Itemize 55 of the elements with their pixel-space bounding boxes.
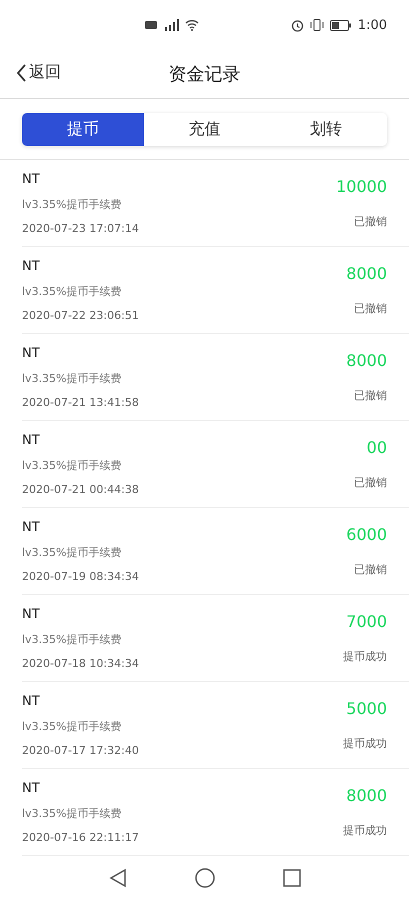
recents-nav-button[interactable]	[282, 869, 300, 887]
record-status: 提币成功	[343, 823, 387, 838]
chevron-left-icon	[16, 64, 27, 82]
record-amount: 8000	[346, 351, 387, 370]
record-amount: 6000	[346, 525, 387, 544]
record-time: 2020-07-22 23:06:51	[22, 309, 139, 322]
record-time: 2020-07-19 08:34:34	[22, 570, 139, 583]
signal-icon	[163, 19, 179, 31]
coin-name: NT	[22, 433, 41, 448]
record-status: 提币成功	[343, 736, 387, 751]
record-amount: 8000	[346, 786, 387, 805]
back-button[interactable]: 返回	[16, 62, 61, 83]
record-note: lv3.35%提币手续费	[22, 458, 123, 473]
record-status: 已撤销	[354, 475, 387, 490]
wifi-icon	[185, 19, 199, 31]
record-status: 已撤销	[354, 301, 387, 316]
coin-name: NT	[22, 781, 41, 796]
coin-name: NT	[22, 172, 41, 187]
record-amount: 8000	[346, 264, 387, 283]
record-time: 2020-07-21 13:41:58	[22, 396, 139, 409]
alarm-icon	[290, 18, 304, 32]
battery-icon	[330, 20, 352, 30]
record-note: lv3.35%提币手续费	[22, 719, 123, 734]
record-time: 2020-07-16 22:11:17	[22, 831, 139, 844]
coin-name: NT	[22, 607, 41, 622]
home-nav-button[interactable]	[194, 868, 214, 888]
page-title: 资金记录	[168, 63, 240, 86]
record-status: 已撤销	[354, 388, 387, 403]
back-nav-button[interactable]	[108, 868, 126, 888]
record-amount: 5000	[346, 699, 387, 718]
tab[interactable]: 划转	[265, 113, 387, 146]
record-note: lv3.35%提币手续费	[22, 284, 123, 299]
coin-name: NT	[22, 259, 41, 274]
coin-name: NT	[22, 694, 41, 709]
record-amount: 7000	[346, 612, 387, 631]
record-status: 已撤销	[354, 562, 387, 577]
record-amount: 10000	[336, 177, 387, 196]
vibrate-icon	[310, 19, 324, 31]
record-status: 已撤销	[354, 214, 387, 229]
record-time: 2020-07-21 00:44:38	[22, 483, 139, 496]
record-time: 2020-07-17 17:32:40	[22, 744, 139, 757]
record-note: lv3.35%提币手续费	[22, 632, 123, 647]
tab[interactable]: 充值	[144, 113, 266, 146]
record-note: lv3.35%提币手续费	[22, 545, 123, 560]
coin-name: NT	[22, 520, 41, 535]
record-time: 2020-07-23 17:07:14	[22, 222, 139, 235]
clock-time: 1:00	[358, 18, 387, 32]
record-note: lv3.35%提币手续费	[22, 371, 123, 386]
record-status: 提币成功	[343, 649, 387, 664]
coin-name: NT	[22, 346, 41, 361]
record-time: 2020-07-18 10:34:34	[22, 657, 139, 670]
record-amount: 00	[366, 438, 387, 457]
tab[interactable]: 提币	[22, 113, 144, 146]
record-note: lv3.35%提币手续费	[22, 806, 123, 821]
record-note: lv3.35%提币手续费	[22, 197, 123, 212]
